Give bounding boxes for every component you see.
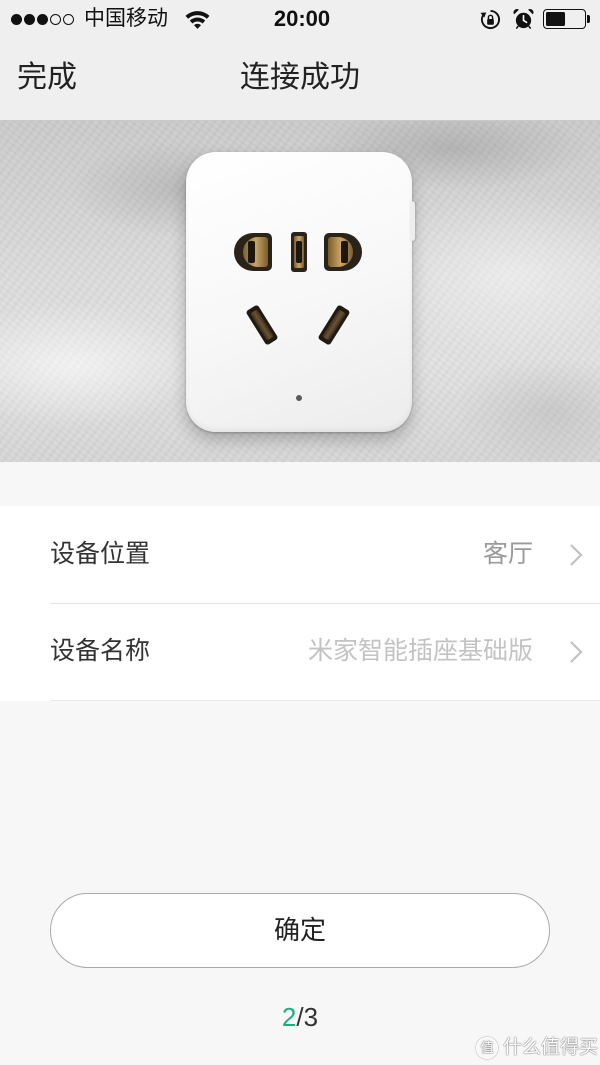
device-name-placeholder: 米家智能插座基础版	[307, 637, 533, 665]
step-separator: /	[296, 1002, 304, 1032]
battery-icon	[543, 9, 586, 29]
signal-dot	[24, 14, 35, 25]
indicator-led	[296, 395, 302, 401]
device-location-row[interactable]: 设备位置 客厅	[0, 506, 600, 603]
socket-slot-right	[317, 304, 351, 346]
socket-hole-left	[234, 233, 272, 271]
socket-hole-center	[291, 232, 307, 272]
step-total: 3	[303, 1002, 319, 1032]
device-name-row[interactable]: 设备名称 米家智能插座基础版	[0, 603, 600, 700]
done-button[interactable]: 完成	[17, 59, 77, 97]
device-image	[0, 121, 600, 462]
smart-plug	[186, 152, 412, 432]
device-location-value: 客厅	[482, 540, 533, 568]
watermark-logo: 值	[476, 1037, 498, 1059]
page-title: 连接成功	[240, 61, 360, 94]
wifi-icon	[185, 11, 210, 29]
signal-dot	[11, 14, 22, 25]
socket-slot-left	[245, 304, 279, 346]
status-bar: 中国移动 20:00	[0, 0, 600, 40]
step-indicator: 2/3	[0, 1000, 600, 1034]
step-current: 2	[281, 1002, 297, 1032]
confirm-button[interactable]: 确定	[50, 893, 550, 968]
socket-hole-right	[324, 233, 362, 271]
device-settings-list: 设备位置 客厅 设备名称 米家智能插座基础版	[0, 506, 600, 701]
watermark-text: 什么值得买	[503, 1037, 599, 1058]
signal-dot	[37, 14, 48, 25]
device-location-label: 设备位置	[50, 540, 151, 568]
battery-level-fill	[546, 12, 565, 26]
signal-dot	[50, 14, 61, 25]
signal-dots-icon	[11, 14, 74, 26]
battery-nub	[587, 15, 590, 23]
list-bottom-divider	[50, 700, 600, 701]
signal-dot	[63, 14, 74, 25]
device-name-label: 设备名称	[50, 637, 151, 665]
socket-side-button	[410, 201, 415, 241]
rotation-lock-icon	[480, 9, 501, 29]
clock-time: 20:00	[273, 6, 331, 31]
chevron-right-icon	[570, 544, 583, 566]
alarm-icon	[513, 9, 534, 30]
chevron-right-icon	[570, 641, 583, 663]
navigation-bar: 完成 连接成功	[0, 40, 600, 121]
carrier-name: 中国移动	[84, 7, 168, 30]
watermark: 值 什么值得买	[476, 1035, 598, 1061]
